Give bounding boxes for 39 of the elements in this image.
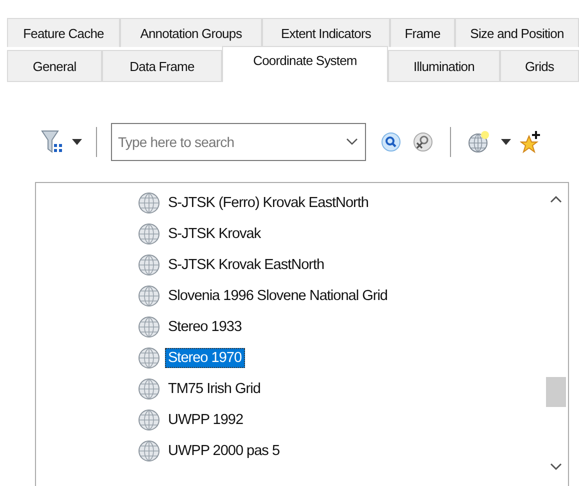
- list-item[interactable]: Stereo 1970: [165, 348, 245, 368]
- globe-icon: [138, 314, 160, 338]
- scroll-down-icon[interactable]: [550, 463, 562, 471]
- scroll-up-icon[interactable]: [550, 195, 562, 203]
- dropdown-arrow-icon[interactable]: [72, 139, 82, 145]
- globe-icon: [138, 252, 160, 276]
- tab[interactable]: Size and Position: [455, 18, 579, 47]
- tab[interactable]: Annotation Groups: [120, 18, 262, 47]
- globe-icon: [138, 190, 160, 214]
- search-icon[interactable]: [381, 132, 401, 152]
- list-item[interactable]: S-JTSK Krovak: [165, 224, 264, 244]
- filter-icon[interactable]: [40, 128, 64, 156]
- globe-icon: [138, 408, 160, 432]
- dropdown-arrow-icon[interactable]: [501, 139, 511, 145]
- globe-icon: [138, 222, 160, 246]
- list-item[interactable]: S-JTSK Krovak EastNorth: [165, 254, 328, 274]
- scrollbar-thumb[interactable]: [546, 377, 566, 407]
- tab[interactable]: General: [7, 50, 102, 81]
- tab[interactable]: Grids: [500, 50, 579, 81]
- list-item[interactable]: UWPP 2000 pas 5: [165, 440, 283, 460]
- globe-icon[interactable]: [468, 130, 490, 154]
- tab[interactable]: Extent Indicators: [262, 18, 390, 47]
- list-item[interactable]: UWPP 1992: [165, 410, 246, 430]
- list-item[interactable]: S-JTSK (Ferro) Krovak EastNorth: [165, 192, 372, 212]
- globe-icon: [138, 284, 160, 308]
- tab[interactable]: Data Frame: [102, 50, 222, 81]
- tab[interactable]: Illumination: [388, 50, 500, 81]
- globe-icon: [138, 376, 160, 400]
- globe-icon: [138, 346, 160, 370]
- list-item[interactable]: Stereo 1933: [165, 316, 245, 336]
- chevron-down-icon[interactable]: [346, 138, 358, 146]
- star-add-icon[interactable]: [520, 130, 542, 154]
- tab[interactable]: Frame: [390, 18, 455, 47]
- list-item[interactable]: Slovenia 1996 Slovene National Grid: [165, 286, 390, 306]
- search-field[interactable]: Type here to search: [111, 123, 366, 161]
- globe-icon: [138, 438, 160, 462]
- tab[interactable]: Feature Cache: [7, 18, 120, 47]
- tab[interactable]: Coordinate System: [222, 46, 388, 82]
- list-item[interactable]: TM75 Irish Grid: [165, 378, 264, 398]
